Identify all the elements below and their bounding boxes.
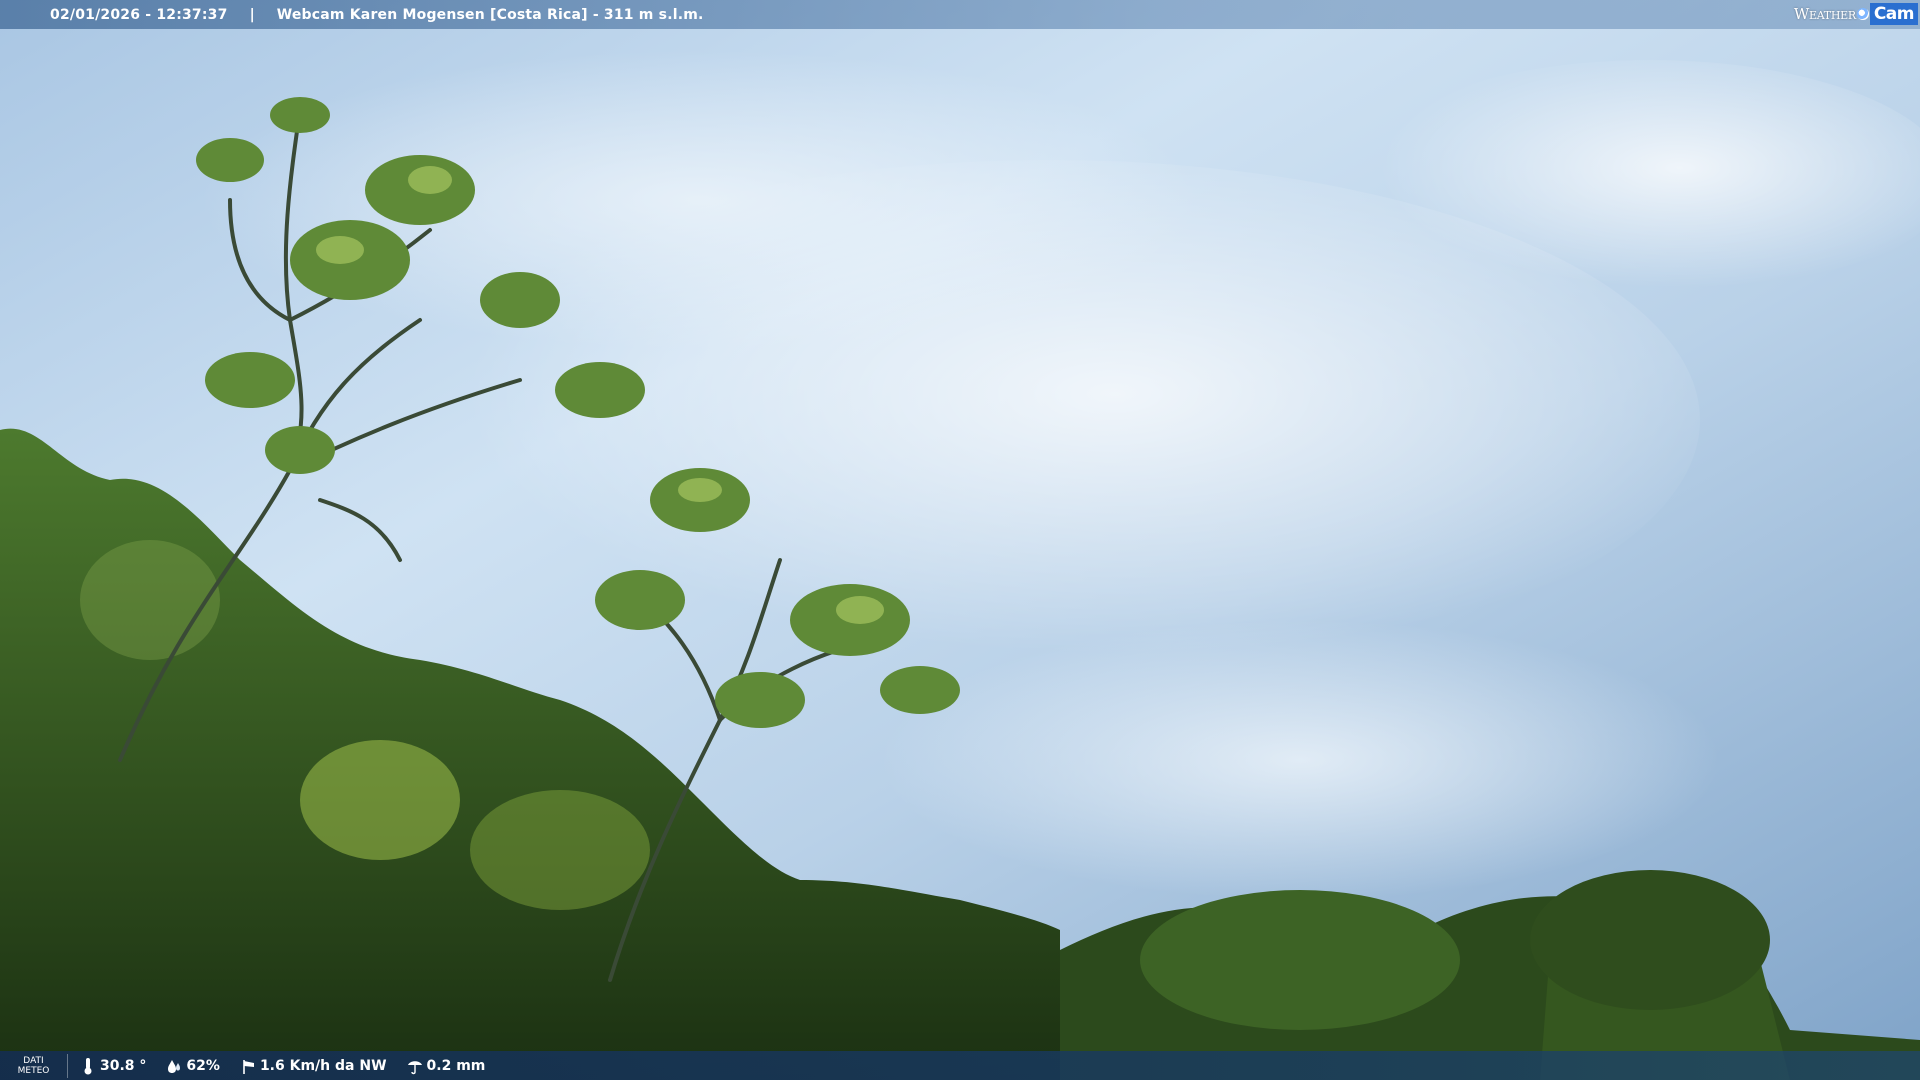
wind-reading: 1.6 Km/h da NW <box>240 1057 387 1075</box>
rain-reading: 0.2 mm <box>407 1057 486 1075</box>
webcam-title: Webcam Karen Mogensen [Costa Rica] - 311… <box>276 6 704 23</box>
timestamp: 02/01/2026 - 12:37:37 <box>50 6 228 23</box>
weather-label-line1: DATI <box>23 1055 44 1066</box>
weathercam-logo[interactable]: Weather Cam <box>1794 1 1918 27</box>
humidity-reading: 62% <box>166 1057 220 1075</box>
weather-label: DATI METEO <box>0 1053 68 1078</box>
temperature-reading: 30.8 ° <box>80 1057 146 1075</box>
rain-icon <box>407 1060 422 1074</box>
weather-label-line2: METEO <box>17 1065 50 1076</box>
weather-data-bar: DATI METEO 30.8 ° 62% 1.6 Km/h da NW 0.2… <box>0 1051 1920 1080</box>
humidity-icon <box>168 1059 181 1073</box>
header-bar: 02/01/2026 - 12:37:37 | Webcam Karen Mog… <box>0 0 1920 29</box>
logo-word-weather: Weather <box>1793 5 1856 23</box>
rain-value: 0.2 mm <box>426 1057 486 1074</box>
wind-value: 1.6 Km/h da NW <box>259 1057 387 1074</box>
wind-icon <box>243 1059 254 1074</box>
temperature-value: 30.8 ° <box>100 1057 147 1074</box>
header-separator: | <box>249 6 255 23</box>
logo-word-cam: Cam <box>1869 3 1918 25</box>
logo-lens-icon <box>1856 8 1869 20</box>
humidity-value: 62% <box>186 1057 220 1074</box>
webcam-image <box>0 0 1920 1080</box>
thermometer-icon <box>84 1057 92 1074</box>
